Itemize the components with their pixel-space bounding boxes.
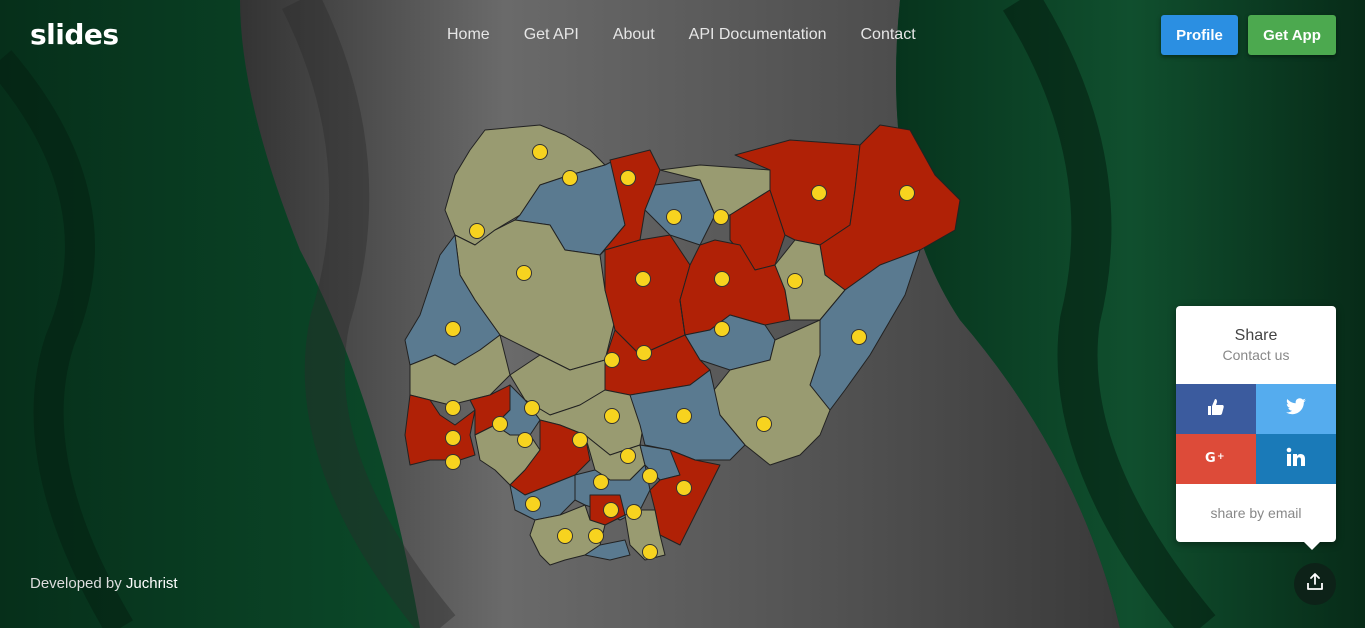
state-marker [787, 273, 803, 289]
site-logo[interactable]: slides [30, 18, 119, 51]
nigeria-states-map [400, 115, 965, 575]
state-marker [811, 185, 827, 201]
share-by-email-link[interactable]: share by email [1176, 484, 1336, 521]
state-marker [714, 271, 730, 287]
state-marker [851, 329, 867, 345]
google-plus-share-button[interactable]: G + [1176, 434, 1256, 484]
state-marker [517, 432, 533, 448]
credit-prefix: Developed by [30, 575, 122, 592]
state-marker [516, 265, 532, 281]
upload-share-icon [1306, 572, 1324, 596]
state-marker [642, 468, 658, 484]
state-marker [562, 170, 578, 186]
state-region [404, 394, 476, 466]
state-marker [469, 223, 485, 239]
state-marker [676, 408, 692, 424]
google-plus-icon: G + [1205, 449, 1227, 470]
linkedin-icon [1286, 447, 1306, 472]
share-title: Share [1234, 327, 1278, 344]
share-panel: Share Contact us G + share by email [1176, 306, 1336, 550]
twitter-share-button[interactable] [1256, 384, 1336, 434]
state-marker [714, 321, 730, 337]
state-marker [572, 432, 588, 448]
facebook-like-button[interactable] [1176, 384, 1256, 434]
state-marker [604, 352, 620, 368]
state-marker [492, 416, 508, 432]
developer-credit: Developed by Juchrist [30, 575, 178, 592]
state-marker [525, 496, 541, 512]
nav-api-documentation[interactable]: API Documentation [672, 24, 844, 46]
get-app-button[interactable]: Get App [1248, 15, 1336, 55]
twitter-icon [1285, 397, 1307, 421]
state-marker [713, 209, 729, 225]
state-marker [557, 528, 573, 544]
nav-get-api[interactable]: Get API [507, 24, 596, 46]
state-marker [445, 400, 461, 416]
svg-text:+: + [1217, 452, 1225, 462]
state-marker [676, 480, 692, 496]
state-marker [666, 209, 682, 225]
state-marker [603, 502, 619, 518]
state-marker [445, 430, 461, 446]
profile-button[interactable]: Profile [1161, 15, 1238, 55]
credit-author-link[interactable]: Juchrist [126, 575, 178, 592]
share-panel-pointer [1302, 540, 1322, 550]
share-toggle-button[interactable] [1294, 563, 1336, 605]
share-buttons: G + [1176, 384, 1336, 484]
state-marker [899, 185, 915, 201]
state-marker [604, 408, 620, 424]
state-marker [620, 448, 636, 464]
nav-home[interactable]: Home [430, 24, 507, 46]
state-marker [524, 400, 540, 416]
share-header: Share Contact us [1176, 306, 1336, 384]
share-subtitle[interactable]: Contact us [1176, 347, 1336, 363]
svg-text:G: G [1205, 451, 1216, 465]
state-marker [756, 416, 772, 432]
state-marker [636, 345, 652, 361]
nav-contact[interactable]: Contact [844, 24, 933, 46]
state-marker [588, 528, 604, 544]
state-marker [642, 544, 658, 560]
main-nav: Home Get API About API Documentation Con… [430, 24, 933, 46]
thumbs-up-icon [1206, 397, 1226, 422]
state-marker [593, 474, 609, 490]
linkedin-share-button[interactable] [1256, 434, 1336, 484]
nav-about[interactable]: About [596, 24, 672, 46]
state-marker [532, 144, 548, 160]
state-marker [626, 504, 642, 520]
state-marker [635, 271, 651, 287]
state-marker [445, 454, 461, 470]
state-marker [445, 321, 461, 337]
state-marker [620, 170, 636, 186]
